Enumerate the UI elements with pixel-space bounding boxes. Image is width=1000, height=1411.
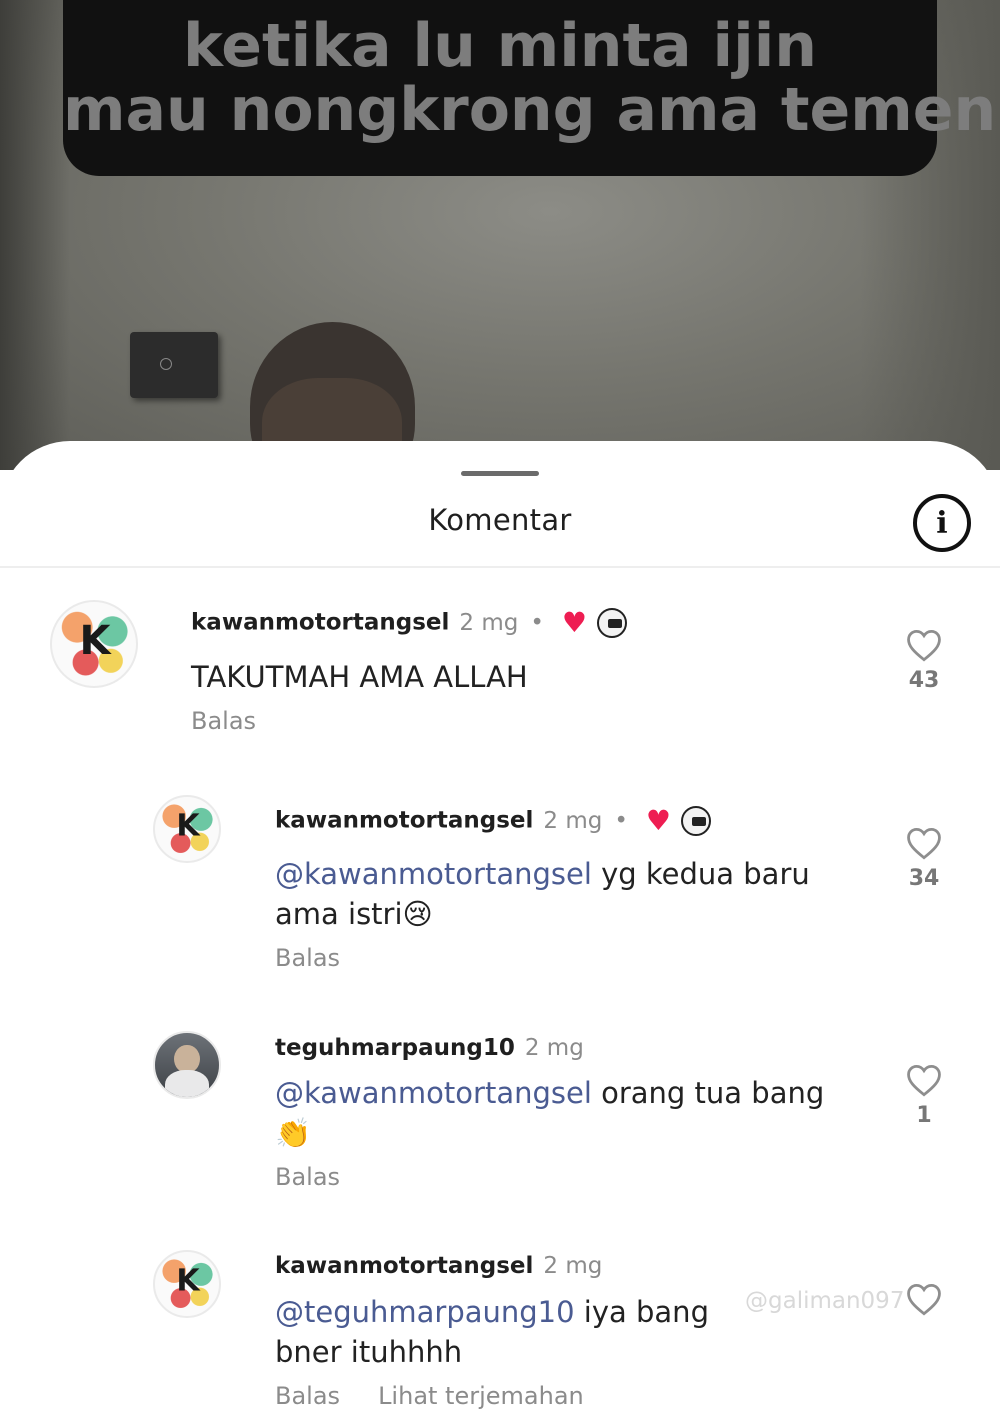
comment-meta: kawanmotortangsel 2 mg: [275, 1253, 602, 1279]
creator-liked-heart-icon: ♥: [561, 606, 588, 639]
comment-time: 2 mg: [524, 1035, 584, 1061]
username[interactable]: teguhmarpaung10: [275, 1035, 515, 1061]
heart-icon[interactable]: [905, 1282, 943, 1316]
mention-link[interactable]: @kawanmotortangsel: [275, 1076, 592, 1110]
avatar[interactable]: [153, 1031, 221, 1099]
creator-avatar-icon: [597, 608, 628, 638]
avatar-shirt: [164, 1070, 210, 1097]
avatar-logo: K: [79, 617, 111, 664]
username[interactable]: kawanmotortangsel: [275, 1253, 533, 1279]
reply-row: Balas: [275, 944, 340, 972]
avatar[interactable]: K: [50, 600, 138, 688]
mention-link[interactable]: @kawanmotortangsel: [275, 857, 592, 891]
creator-avatar-icon: [681, 806, 712, 836]
watermark: @galiman097: [745, 1288, 905, 1314]
like-control[interactable]: 34: [894, 826, 954, 891]
switch-led: [160, 358, 172, 370]
heart-icon[interactable]: [905, 826, 943, 860]
comment-time: 2 mg: [543, 807, 603, 834]
like-control[interactable]: 43: [894, 628, 954, 693]
heart-icon[interactable]: [905, 628, 943, 662]
video-shadow: [0, 0, 70, 470]
like-count: 34: [908, 866, 940, 891]
avatar[interactable]: K: [153, 1250, 221, 1318]
info-icon[interactable]: i: [913, 494, 971, 552]
comment-time: 2 mg: [459, 609, 519, 636]
avatar-face: [174, 1044, 200, 1074]
separator-dot: •: [614, 807, 628, 834]
see-translation-button[interactable]: Lihat terjemahan: [378, 1382, 584, 1410]
reply-row: Balas: [275, 1163, 340, 1191]
divider: [0, 566, 1000, 568]
avatar[interactable]: K: [153, 795, 221, 863]
drag-handle[interactable]: [461, 471, 539, 476]
comment-time: 2 mg: [543, 1253, 603, 1279]
creator-liked-heart-icon: ♥: [645, 804, 672, 837]
comment-body: TAKUTMAH AMA ALLAH: [191, 660, 528, 694]
reply-button[interactable]: Balas: [191, 707, 256, 735]
like-control[interactable]: 1: [894, 1063, 954, 1128]
reply-row: Balas: [191, 707, 256, 735]
username[interactable]: kawanmotortangsel: [275, 808, 533, 834]
avatar-logo: K: [176, 1263, 199, 1299]
reply-button[interactable]: Balas: [275, 1163, 340, 1191]
video-caption: ketika lu minta ijin mau nongkrong ama t…: [63, 0, 997, 176]
reply-button[interactable]: Balas: [275, 1382, 340, 1410]
mention-link[interactable]: @teguhmarpaung10: [275, 1295, 575, 1329]
comment-text: TAKUTMAH AMA ALLAH: [191, 657, 831, 697]
comment-text: @kawanmotortangsel yg kedua baru ama ist…: [275, 854, 835, 934]
heart-icon[interactable]: [905, 1063, 943, 1097]
like-count: 43: [908, 668, 940, 693]
caption-line-2: mau nongkrong ama temen: [63, 75, 997, 145]
comment-meta: kawanmotortangsel 2 mg • ♥: [275, 804, 712, 837]
separator-dot: •: [530, 609, 544, 636]
caption-line-1: ketika lu minta ijin: [183, 11, 817, 81]
reply-row: Balas Lihat terjemahan: [275, 1382, 584, 1410]
like-count: 1: [916, 1103, 932, 1128]
info-glyph: i: [936, 505, 948, 541]
comment-meta: kawanmotortangsel 2 mg • ♥: [191, 606, 628, 639]
reply-button[interactable]: Balas: [275, 944, 340, 972]
comment-text: @kawanmotortangsel orang tua bang 👏: [275, 1073, 835, 1153]
username[interactable]: kawanmotortangsel: [191, 610, 449, 636]
wall-switch-image: [130, 332, 218, 398]
comment-text: @teguhmarpaung10 iya bang bner ituhhhh: [275, 1292, 775, 1372]
avatar-logo: K: [176, 808, 199, 844]
sheet-title: Komentar: [428, 503, 572, 537]
comment-meta: teguhmarpaung10 2 mg: [275, 1035, 584, 1061]
video-player[interactable]: ketika lu minta ijin mau nongkrong ama t…: [0, 0, 1000, 470]
